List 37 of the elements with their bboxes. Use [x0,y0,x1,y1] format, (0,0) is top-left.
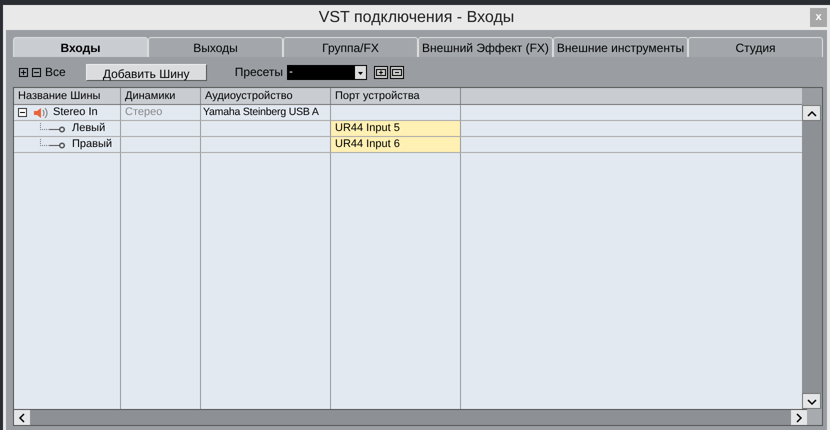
speaker-icon [33,106,49,118]
column-header[interactable]: Порт устройства [331,88,461,104]
tree-toggle-icon[interactable] [18,108,27,117]
all-label: Все [45,64,66,81]
vertical-scrollbar[interactable] [802,88,822,409]
scroll-right-icon[interactable] [791,410,807,425]
tab[interactable]: Внешний Эффект (FX) [418,37,553,57]
presets-label: Пресеты [234,64,284,81]
column-header[interactable]: Название Шины [14,88,121,104]
tab[interactable]: Внешние инструменты [553,37,688,57]
channel-connector-icon [40,138,68,150]
save-preset-icon[interactable] [374,66,388,78]
expand-all-icon[interactable] [19,68,28,76]
column-header[interactable]: Динамики [121,88,201,104]
port-cell: UR44 Input 5 [335,122,400,134]
device-cell: Yamaha Steinberg USB A [203,106,319,118]
collapse-all-icon[interactable] [32,68,41,76]
bus-name: Stereo In [53,105,98,120]
add-bus-button[interactable]: Добавить Шину [86,64,207,80]
horizontal-scrollbar[interactable] [14,409,807,425]
tab[interactable]: Выходы [148,37,283,57]
speakers-cell: Стерео [125,106,162,118]
channel-name: Левый [72,121,106,136]
presets-dropdown[interactable]: - [287,64,368,80]
window-title: VST подключения - Входы [318,8,514,28]
channel-name: Правый [72,137,112,152]
scroll-down-icon[interactable] [802,393,821,409]
port-cell: UR44 Input 6 [335,138,400,150]
tab[interactable]: Группа/FX [283,37,418,57]
scroll-left-icon[interactable] [14,410,30,425]
column-header[interactable]: Аудиоустройство [201,88,331,104]
preset-value: - [288,66,294,78]
tab[interactable]: Студия [688,37,823,57]
remove-preset-icon[interactable] [390,66,404,78]
scroll-up-icon[interactable] [802,105,821,121]
channel-connector-icon [40,122,68,134]
tab[interactable]: Входы [13,37,148,57]
